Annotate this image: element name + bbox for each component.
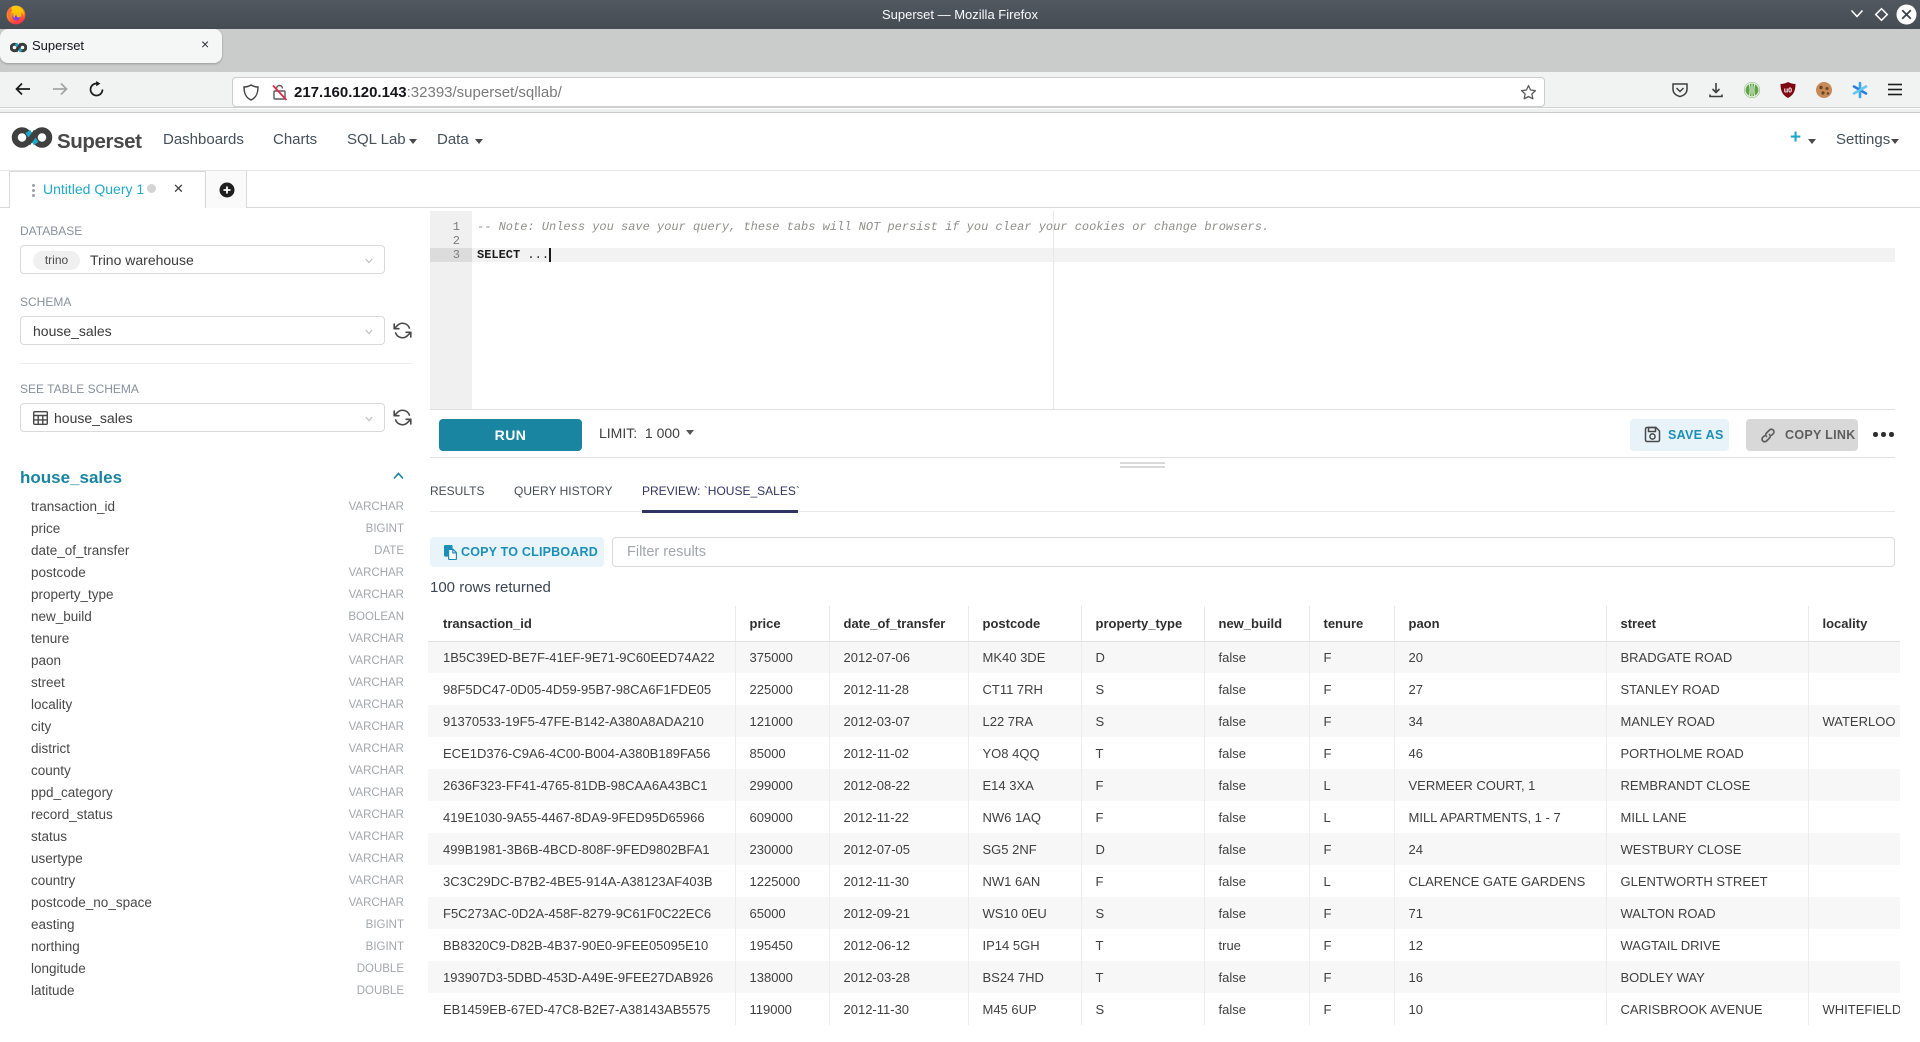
svg-text:u0: u0 [1784,88,1792,95]
